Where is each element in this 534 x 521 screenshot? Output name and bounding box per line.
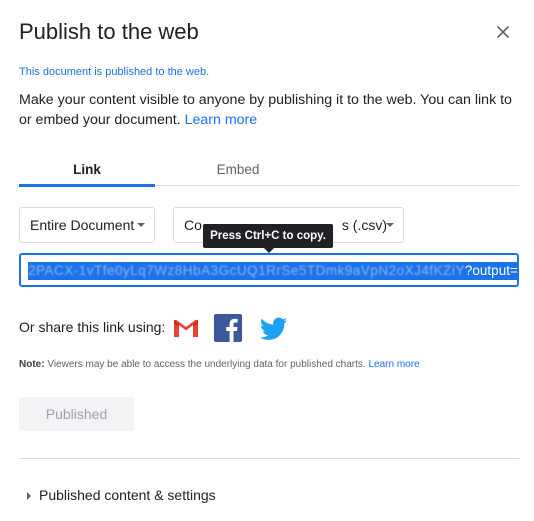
format-select-prefix: Co <box>184 217 202 233</box>
document-select-value: Entire Document <box>30 217 135 233</box>
chevron-down-icon <box>386 223 394 227</box>
published-button[interactable]: Published <box>19 397 134 431</box>
document-select[interactable]: Entire Document <box>19 207 155 243</box>
settings-label: Published content & settings <box>39 487 216 503</box>
gmail-icon[interactable] <box>171 313 201 343</box>
note-learn-more-link[interactable]: Learn more <box>368 359 419 370</box>
tab-bar: Link Embed <box>19 160 519 187</box>
format-select-suffix: s (.csv) <box>341 217 388 233</box>
description-text: Make your content visible to anyone by p… <box>19 92 512 128</box>
publish-url-selection: 2PACX-1vTfe0yLq7Wz8HbA3GcUQ1RrSe5TDmk9aV… <box>28 262 518 280</box>
publish-url-field[interactable]: 2PACX-1vTfe0yLq7Wz8HbA3GcUQ1RrSe5TDmk9aV… <box>19 253 519 287</box>
dialog-title: Publish to the web <box>19 19 199 44</box>
tab-link[interactable]: Link <box>19 160 155 187</box>
charts-note: Note: Viewers may be able to access the … <box>19 359 420 370</box>
share-label: Or share this link using: <box>19 319 166 335</box>
chevron-down-icon <box>137 223 145 227</box>
url-visible-end: ?output=csv <box>464 263 518 278</box>
note-prefix: Note: <box>19 359 45 370</box>
facebook-icon[interactable] <box>213 313 243 343</box>
tab-embed[interactable]: Embed <box>174 160 302 185</box>
twitter-icon[interactable] <box>257 313 287 343</box>
chevron-right-icon <box>27 491 31 500</box>
publish-dialog: Publish to the web This document is publ… <box>0 0 534 521</box>
published-settings-toggle[interactable]: Published content & settings <box>19 487 216 505</box>
published-status-note: This document is published to the web. <box>19 66 210 78</box>
learn-more-link[interactable]: Learn more <box>185 112 258 128</box>
section-divider <box>19 458 519 459</box>
copy-tooltip: Press Ctrl+C to copy. <box>203 224 333 253</box>
close-icon[interactable] <box>492 21 514 43</box>
note-text: Viewers may be able to access the underl… <box>47 359 366 370</box>
url-obscured-part: 2PACX-1vTfe0yLq7Wz8HbA3GcUQ1RrSe5TDmk9aV… <box>28 263 465 278</box>
dialog-description: Make your content visible to anyone by p… <box>19 90 519 130</box>
